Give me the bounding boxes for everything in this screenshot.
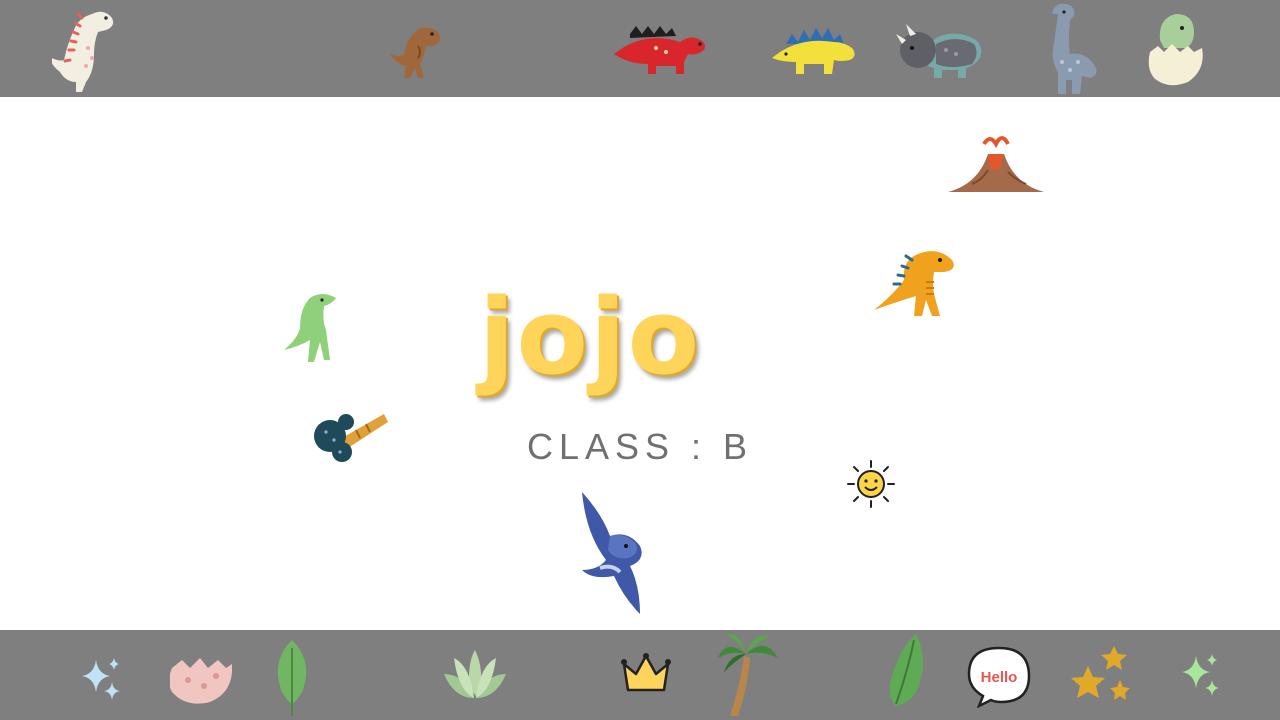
green-leaf-icon xyxy=(270,638,314,718)
blue-pterodactyl-icon xyxy=(574,492,650,616)
green-sparkle-icon xyxy=(1182,652,1222,700)
hello-bubble-text: Hello xyxy=(981,669,1018,686)
blue-sparkle-icon xyxy=(82,656,122,704)
brown-dinosaur-icon xyxy=(380,22,446,84)
class-label: CLASS : B xyxy=(526,426,754,467)
student-name: jojo xyxy=(478,276,702,398)
crown-icon xyxy=(620,650,672,696)
plant-bush-icon xyxy=(440,646,510,702)
top-banner xyxy=(0,0,1280,97)
bottom-banner: Hello xyxy=(0,630,1280,720)
cream-dinosaur-icon xyxy=(52,4,118,94)
cracked-egg-icon xyxy=(170,650,232,706)
palm-tree-icon xyxy=(718,632,778,718)
blue-mushroom-branch-icon xyxy=(312,408,388,464)
green-leaf-2-icon xyxy=(886,632,930,712)
yellow-stegosaurus-icon xyxy=(772,26,858,76)
volcano-icon xyxy=(948,134,1044,196)
smiling-sun-icon xyxy=(846,459,896,509)
red-stegosaurus-icon xyxy=(612,26,712,78)
baby-dinosaur-egg-icon xyxy=(1148,12,1204,88)
orange-dinosaur-icon xyxy=(874,246,960,324)
hello-speech-bubble-icon: Hello xyxy=(966,644,1032,708)
gold-stars-icon xyxy=(1068,644,1136,708)
long-neck-dinosaur-icon xyxy=(1042,2,1104,98)
green-dinosaur-icon xyxy=(282,292,340,368)
triceratops-icon xyxy=(896,24,986,80)
